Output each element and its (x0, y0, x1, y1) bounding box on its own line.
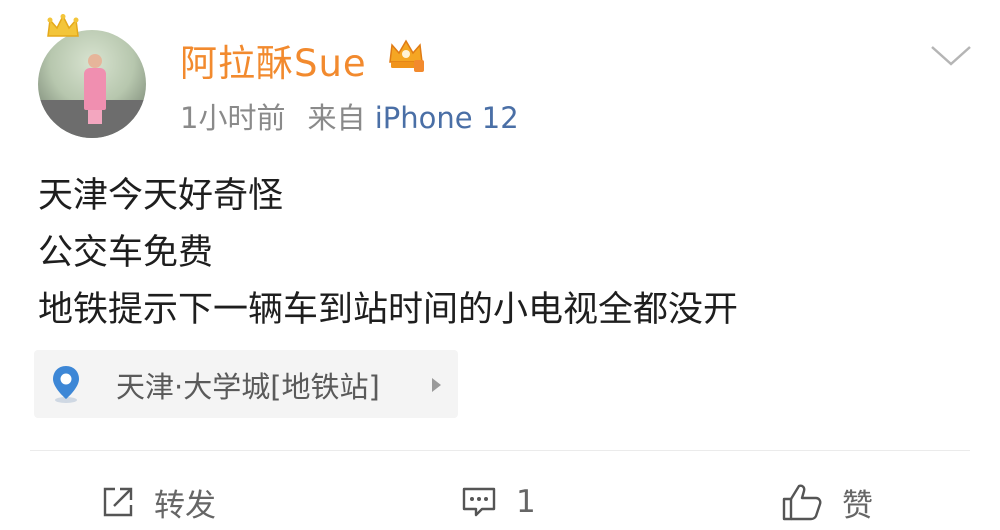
chevron-right-icon (432, 378, 441, 392)
source-prefix: 来自 (307, 101, 366, 135)
avatar-container[interactable] (38, 14, 146, 138)
avatar-head (88, 54, 102, 68)
avatar-figure (84, 54, 106, 124)
post-line: 地铁提示下一辆车到站时间的小电视全都没开 (38, 290, 739, 330)
repost-icon (103, 487, 133, 517)
comment-button[interactable]: 1 (460, 480, 536, 524)
location-label: 天津·大学城[地铁站] (116, 370, 380, 404)
divider (30, 450, 970, 451)
post-meta: 1小时前 来自 iPhone 12 (180, 95, 519, 137)
location-pin-icon (53, 366, 79, 403)
source-device[interactable]: iPhone 12 (375, 101, 519, 135)
repost-button[interactable]: 转发 (100, 480, 216, 524)
crown-icon (47, 14, 79, 37)
like-label: 赞 (842, 487, 873, 524)
post-line: 天津今天好奇怪 (38, 176, 284, 216)
location-chip[interactable]: 天津·大学城[地铁站] (34, 350, 458, 418)
vip-crown-icon[interactable] (387, 36, 425, 74)
like-button[interactable]: 赞 (780, 480, 873, 524)
comment-count: 1 (516, 484, 536, 520)
avatar[interactable] (38, 30, 146, 138)
chevron-down-icon[interactable] (930, 45, 972, 67)
avatar-body (84, 68, 106, 110)
thumbs-up-icon (782, 484, 822, 521)
avatar-legs (88, 110, 102, 124)
repost-label: 转发 (154, 487, 216, 524)
post-time: 1小时前 (180, 101, 286, 135)
username[interactable]: 阿拉酥Sue (180, 33, 367, 87)
post-content: 天津今天好奇怪 公交车免费 地铁提示下一辆车到站时间的小电视全都没开 (38, 168, 958, 339)
comment-icon (462, 487, 496, 517)
post-line: 公交车免费 (38, 233, 214, 273)
